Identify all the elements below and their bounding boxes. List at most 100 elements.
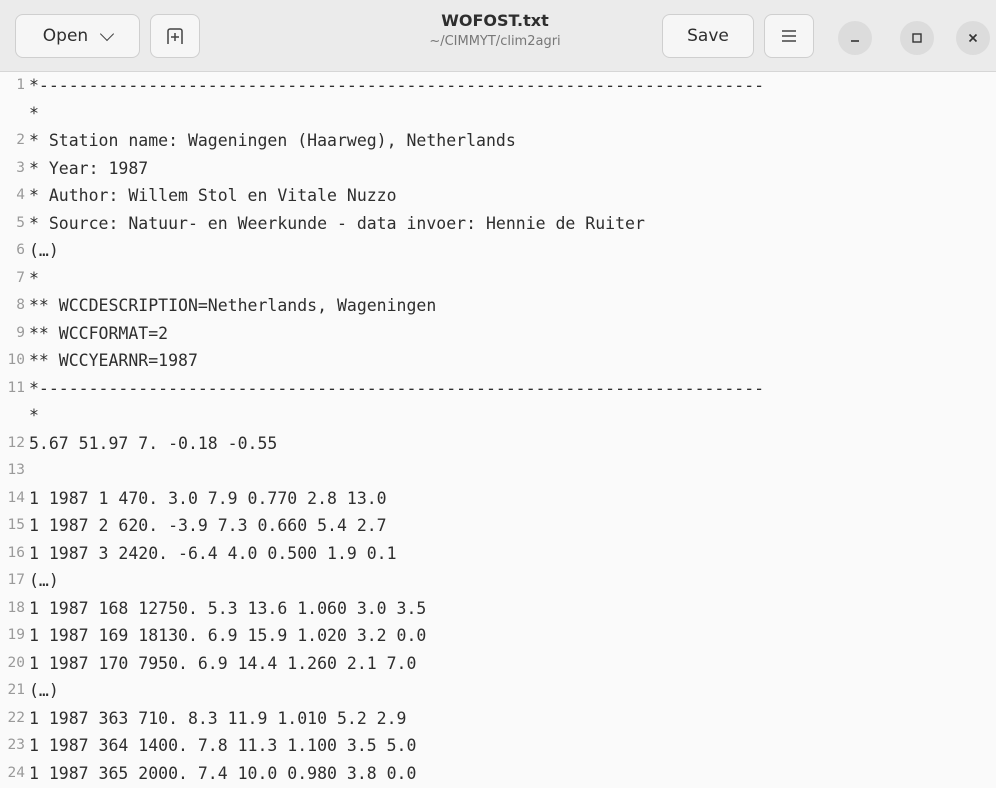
minimize-button[interactable]: [838, 21, 872, 55]
maximize-button[interactable]: [900, 21, 934, 55]
line-number: 2: [16, 132, 25, 148]
new-tab-icon: [167, 28, 183, 44]
save-button-label: Save: [687, 26, 729, 46]
main-menu-button[interactable]: [764, 14, 814, 58]
line-text: (…): [29, 571, 59, 590]
editor-line: 1 *--------------------------------------…: [0, 72, 996, 100]
line-text: *---------------------------------------…: [29, 76, 765, 95]
editor-line: 22 1 1987 363 710. 8.3 11.9 1.010 5.2 2.9: [0, 705, 996, 733]
line-number: 1: [16, 77, 25, 93]
editor-line: 11 *-------------------------------------…: [0, 375, 996, 403]
line-text: * Station name: Wageningen (Haarweg), Ne…: [29, 131, 516, 150]
line-number: 22: [7, 709, 25, 726]
editor-line: 12 5.67 51.97 7. -0.18 -0.55: [0, 430, 996, 458]
line-number: 5: [16, 214, 25, 231]
editor-line: 7 *: [0, 265, 996, 293]
line-number: 6: [16, 242, 25, 258]
text-editor-window: Open WOFOST.txt ~/CIMMYT/clim2agri Save: [0, 0, 996, 788]
line-number: 7: [16, 269, 25, 286]
editor-line: 24 1 1987 365 2000. 7.4 10.0 0.980 3.8 0.…: [0, 760, 996, 788]
line-text: ** WCCYEARNR=1987: [29, 351, 198, 370]
close-button[interactable]: [956, 21, 990, 55]
line-number: 13: [7, 462, 25, 478]
line-number: 20: [7, 654, 25, 671]
line-text: 1 1987 170 7950. 6.9 14.4 1.260 2.1 7.0: [29, 653, 417, 673]
line-text: * Author: Willem Stol en Vitale Nuzzo: [29, 186, 397, 205]
editor-line: 8 ** WCCDESCRIPTION=Netherlands, Wagening…: [0, 292, 996, 320]
line-text: 5.67 51.97 7. -0.18 -0.55: [29, 433, 278, 453]
editor-line: 17 (…): [0, 567, 996, 595]
editor-line: 10 ** WCCYEARNR=1987: [0, 347, 996, 375]
header-bar: Open WOFOST.txt ~/CIMMYT/clim2agri Save: [0, 0, 996, 72]
editor-line: 4 * Author: Willem Stol en Vitale Nuzzo: [0, 182, 996, 210]
line-text: 1 1987 365 2000. 7.4 10.0 0.980 3.8 0.0: [29, 763, 417, 783]
line-text: 1 1987 2 620. -3.9 7.3 0.660 5.4 2.7: [29, 516, 387, 535]
line-text: * Year: 1987: [29, 158, 149, 178]
editor-line: 23 1 1987 364 1400. 7.8 11.3 1.100 3.5 5.…: [0, 732, 996, 760]
editor-line: 13: [0, 457, 996, 485]
line-text: (…): [29, 241, 59, 260]
line-number: [0, 402, 25, 430]
editor-line: 16 1 1987 3 2420. -6.4 4.0 0.500 1.9 0.1: [0, 540, 996, 568]
line-number: 19: [7, 627, 25, 643]
line-number: 9: [16, 324, 25, 341]
editor-line: 2 * Station name: Wageningen (Haarweg), N…: [0, 127, 996, 155]
minimize-icon: [851, 40, 859, 42]
line-text: * Source: Natuur- en Weerkunde - data in…: [29, 213, 645, 233]
line-text: *: [29, 268, 39, 288]
editor-line: 5 * Source: Natuur- en Weerkunde - data i…: [0, 210, 996, 238]
line-number: 11: [7, 379, 25, 396]
line-text: 1 1987 3 2420. -6.4 4.0 0.500 1.9 0.1: [29, 543, 397, 563]
line-text: 1 1987 168 12750. 5.3 13.6 1.060 3.0 3.5: [29, 598, 427, 618]
line-text: 1 1987 364 1400. 7.8 11.3 1.100 3.5 5.0: [29, 736, 417, 755]
maximize-icon: [912, 33, 922, 43]
line-text: *: [29, 103, 39, 123]
line-text: *: [29, 406, 39, 425]
hamburger-menu-icon: [782, 30, 796, 42]
document-title-area: WOFOST.txt ~/CIMMYT/clim2agri: [360, 10, 630, 51]
line-text: (…): [29, 681, 59, 700]
editor-line: 3 * Year: 1987: [0, 155, 996, 183]
line-number: 3: [16, 159, 25, 176]
editor-line: 6 (…): [0, 237, 996, 265]
document-path: ~/CIMMYT/clim2agri: [429, 34, 561, 49]
line-number: 10: [7, 352, 25, 368]
text-editor-area[interactable]: 1 *--------------------------------------…: [0, 72, 996, 788]
chevron-down-icon: [100, 26, 115, 41]
editor-lines: 1 *--------------------------------------…: [0, 72, 996, 788]
line-number: 16: [7, 544, 25, 561]
line-number: 23: [7, 737, 25, 753]
line-number: 17: [7, 572, 25, 588]
line-text: *---------------------------------------…: [29, 378, 765, 398]
line-number: 4: [16, 187, 25, 203]
line-number: 8: [16, 297, 25, 313]
close-icon: [968, 33, 978, 43]
editor-line: 20 1 1987 170 7950. 6.9 14.4 1.260 2.1 7.…: [0, 650, 996, 678]
save-button[interactable]: Save: [662, 14, 754, 58]
line-number: 21: [7, 682, 25, 698]
line-number: 14: [7, 489, 25, 506]
line-text: 1 1987 169 18130. 6.9 15.9 1.020 3.2 0.0: [29, 626, 427, 645]
line-number: [0, 100, 25, 128]
line-number: 12: [7, 434, 25, 451]
line-text: ** WCCFORMAT=2: [29, 323, 169, 343]
editor-line: 15 1 1987 2 620. -3.9 7.3 0.660 5.4 2.7: [0, 512, 996, 540]
line-text: 1 1987 363 710. 8.3 11.9 1.010 5.2 2.9: [29, 708, 407, 728]
line-text: [25, 457, 29, 485]
open-button[interactable]: Open: [15, 14, 140, 58]
line-number: 24: [7, 764, 25, 781]
line-text: 1 1987 1 470. 3.0 7.9 0.770 2.8 13.0: [29, 488, 387, 508]
line-number: 15: [7, 517, 25, 533]
editor-line: 14 1 1987 1 470. 3.0 7.9 0.770 2.8 13.0: [0, 485, 996, 513]
line-number: 18: [7, 599, 25, 616]
document-title: WOFOST.txt: [441, 11, 549, 30]
editor-line: *: [0, 402, 996, 430]
editor-line: 19 1 1987 169 18130. 6.9 15.9 1.020 3.2 0…: [0, 622, 996, 650]
editor-line: 21 (…): [0, 677, 996, 705]
new-tab-button[interactable]: [150, 14, 200, 58]
line-text: ** WCCDESCRIPTION=Netherlands, Wageninge…: [29, 296, 437, 315]
editor-line: 18 1 1987 168 12750. 5.3 13.6 1.060 3.0 3…: [0, 595, 996, 623]
editor-line: 9 ** WCCFORMAT=2: [0, 320, 996, 348]
open-button-label: Open: [42, 26, 89, 46]
editor-line: *: [0, 100, 996, 128]
